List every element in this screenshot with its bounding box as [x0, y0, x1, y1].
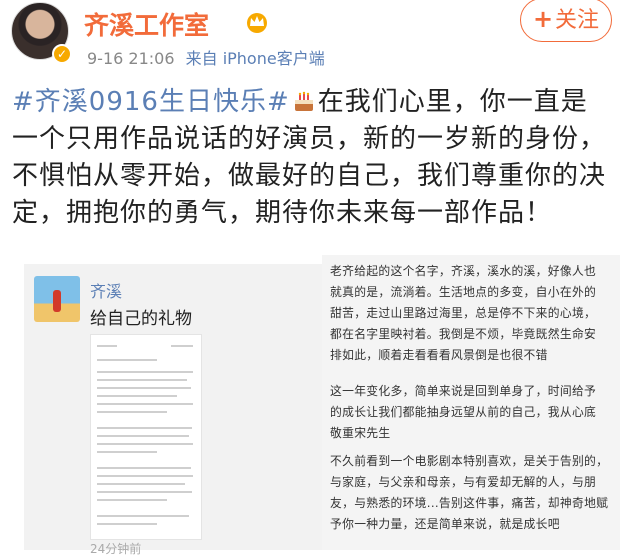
cake-icon [294, 91, 313, 111]
crown-icon [247, 13, 267, 33]
username[interactable]: 齐溪工作室 [84, 6, 209, 42]
post-meta: 9-16 21:06 来自 iPhone客户端 [87, 45, 325, 69]
card-avatar[interactable] [34, 276, 80, 322]
shared-card[interactable]: 齐溪 给自己的礼物 24分钟前 [24, 264, 322, 556]
note-paragraph: 不久前看到一个电影剧本特别喜欢，是关于告别的，与家庭，与父亲和母亲，与有爱却无解… [330, 454, 609, 531]
verified-badge-icon: ✓ [52, 44, 72, 64]
follow-button[interactable]: +关注 [520, 0, 612, 42]
card-timestamp: 24分钟前 [90, 542, 142, 556]
note-image[interactable]: 老齐给起的这个名字，齐溪，溪水的溪，好像人也就真的是，流淌着。生活地点的多变，自… [322, 255, 620, 550]
card-author[interactable]: 齐溪 [90, 278, 122, 302]
note-paragraph: 这一年变化多，简单来说是回到单身了，时间给予的成长让我们都能抽身远望从前的自己，… [330, 384, 597, 440]
note-screenshot-thumbnail[interactable] [90, 334, 202, 540]
post-text: #齐溪0916生日快乐# 在我们心里，你一直是一个只用作品说话的好演员，新的一岁… [12, 84, 610, 232]
follow-label: 关注 [555, 8, 600, 33]
plus-icon: + [532, 5, 554, 33]
post-source[interactable]: 来自 iPhone客户端 [186, 49, 325, 68]
topic-link[interactable]: #齐溪0916生日快乐# [12, 87, 290, 117]
weibo-post: ✓ 齐溪工作室 9-16 21:06 来自 iPhone客户端 +关注 #齐溪0… [0, 0, 620, 556]
card-title: 给自己的礼物 [90, 309, 192, 329]
note-paragraph: 老齐给起的这个名字，齐溪，溪水的溪，好像人也就真的是，流淌着。生活地点的多变，自… [330, 264, 597, 362]
post-timestamp: 9-16 21:06 [87, 49, 175, 68]
